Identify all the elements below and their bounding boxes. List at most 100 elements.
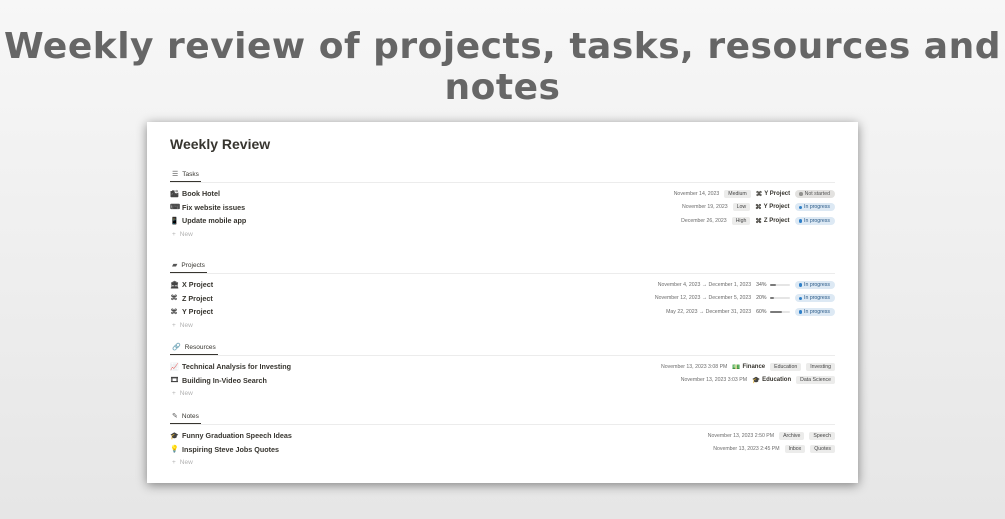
tab-projects[interactable]: ▰ Projects — [170, 258, 207, 273]
progress-bar — [769, 297, 790, 300]
progress-label: 60% — [756, 308, 767, 315]
new-task-button[interactable]: + New — [170, 228, 835, 241]
command-icon: ⌘ — [170, 308, 178, 316]
new-project-button[interactable]: + New — [170, 319, 835, 332]
task-row-book-hotel[interactable]: 🏙 Book Hotel November 14, 2023 Medium ⌘ Y… — [170, 187, 835, 201]
project-name: Y Project — [764, 190, 791, 197]
status-badge[interactable]: In progress — [794, 216, 835, 225]
resource-tag[interactable]: Data Science — [796, 376, 835, 385]
tab-notes[interactable]: ✎ Notes — [170, 409, 201, 424]
note-date: November 13, 2023 2:45 PM — [713, 446, 780, 453]
project-relation[interactable]: ⌘ Y Project — [756, 190, 790, 198]
progress-fill — [769, 297, 774, 300]
plus-icon: + — [172, 230, 176, 238]
new-label: New — [179, 230, 193, 238]
progress: 34% — [756, 281, 790, 288]
task-name[interactable]: Book Hotel — [182, 189, 220, 198]
notion-window: Weekly Review ☰ Tasks 🏙 Book Hotel Novem… — [147, 122, 858, 483]
resources-rows: 📈 Technical Analysis for Investing Novem… — [170, 356, 835, 400]
note-row[interactable]: 💡 Inspiring Steve Jobs Quotes November 1… — [170, 443, 835, 457]
bank-icon: 🏛 — [170, 281, 179, 289]
note-tag[interactable]: Quotes — [810, 445, 835, 454]
project-row[interactable]: ⌘ Z Project November 12, 2023 → December… — [170, 292, 835, 306]
priority-tag[interactable]: Medium — [724, 189, 751, 198]
new-note-button[interactable]: + New — [170, 456, 835, 469]
status-label: In progress — [804, 204, 830, 211]
task-row-fix-website[interactable]: ⌨ Fix website issues November 19, 2023 L… — [170, 201, 835, 215]
tab-resources[interactable]: 🔗 Resources — [170, 340, 218, 355]
note-tag[interactable]: Archive — [779, 431, 805, 440]
notes-section: ✎ Notes 🎓 Funny Graduation Speech Ideas … — [170, 409, 835, 471]
project-name: Z Project — [763, 217, 790, 224]
status-badge[interactable]: In progress — [794, 294, 835, 303]
project-dates: May 22, 2023 → December 31, 2023 — [666, 308, 752, 315]
priority-tag[interactable]: Low — [732, 203, 751, 212]
status-dot — [798, 205, 803, 210]
status-label: In progress — [804, 295, 830, 302]
status-label: In progress — [804, 217, 830, 224]
new-label: New — [179, 390, 193, 398]
status-dot — [798, 310, 803, 314]
progress-label: 34% — [756, 281, 767, 288]
project-row[interactable]: 🏛 X Project November 4, 2023 → December … — [170, 278, 835, 292]
area-relation[interactable]: 🎓 Education — [752, 376, 791, 384]
progress-bar — [769, 283, 790, 286]
tasks-tabbar: ☰ Tasks — [170, 167, 835, 183]
status-badge[interactable]: In progress — [794, 203, 835, 212]
link-icon: 🔗 — [172, 344, 181, 351]
priority-tag[interactable]: High — [731, 216, 751, 225]
task-row-update-app[interactable]: 📱 Update mobile app December 26, 2023 Hi… — [170, 214, 835, 228]
new-resource-button[interactable]: + New — [170, 387, 835, 400]
resource-name[interactable]: Technical Analysis for Investing — [182, 362, 291, 371]
tab-tasks[interactable]: ☰ Tasks — [170, 167, 201, 182]
project-row[interactable]: ⌘ Y Project May 22, 2023 → December 31, … — [170, 305, 835, 319]
note-name[interactable]: Funny Graduation Speech Ideas — [182, 431, 292, 440]
keyboard-icon: ⌨ — [170, 204, 181, 212]
progress-fill — [769, 310, 782, 313]
status-label: In progress — [804, 308, 830, 315]
project-name[interactable]: Z Project — [182, 294, 213, 303]
command-icon: ⌘ — [755, 204, 762, 212]
projects-rows: 🏛 X Project November 4, 2023 → December … — [170, 274, 835, 332]
tab-notes-label: Notes — [181, 412, 199, 420]
status-badge[interactable]: In progress — [794, 280, 835, 289]
resource-tag[interactable]: Education — [770, 362, 802, 371]
project-name[interactable]: X Project — [182, 280, 213, 289]
resource-name[interactable]: Building In-Video Search — [182, 376, 267, 385]
resource-row[interactable]: 📈 Technical Analysis for Investing Novem… — [170, 360, 835, 374]
film-icon: 🎞 — [170, 377, 179, 385]
task-name[interactable]: Fix website issues — [182, 203, 245, 212]
lightbulb-icon: 💡 — [170, 446, 179, 454]
status-dot — [799, 192, 803, 196]
note-tag[interactable]: Speech — [809, 431, 835, 440]
project-name[interactable]: Y Project — [182, 307, 213, 316]
graduation-cap-icon: 🎓 — [752, 377, 761, 385]
projects-section: ▰ Projects 🏛 X Project November 4, 2023 … — [170, 258, 835, 340]
task-name[interactable]: Update mobile app — [182, 216, 246, 225]
task-date: November 14, 2023 — [673, 190, 720, 197]
command-icon: ⌘ — [170, 295, 178, 303]
note-row[interactable]: 🎓 Funny Graduation Speech Ideas November… — [170, 429, 835, 443]
project-relation[interactable]: ⌘ Z Project — [755, 217, 789, 225]
area-relation[interactable]: 💵 Finance — [732, 363, 765, 371]
resources-section: 🔗 Resources 📈 Technical Analysis for Inv… — [170, 340, 835, 409]
resource-date: November 13, 2023 3:03 PM — [680, 377, 748, 384]
plus-icon: + — [172, 459, 176, 467]
note-tag[interactable]: Inbox — [784, 445, 806, 454]
new-label: New — [179, 321, 193, 329]
status-badge[interactable]: Not started — [795, 189, 835, 198]
plus-icon: + — [172, 321, 176, 329]
command-icon: ⌘ — [755, 217, 762, 225]
resource-tag[interactable]: Investing — [806, 362, 835, 371]
progress-label: 20% — [756, 295, 767, 302]
status-badge[interactable]: In progress — [794, 307, 835, 316]
status-label: In progress — [804, 281, 830, 288]
note-name[interactable]: Inspiring Steve Jobs Quotes — [182, 445, 279, 454]
note-date: November 13, 2023 2:50 PM — [707, 432, 775, 439]
folder-icon: ▰ — [172, 262, 178, 269]
progress: 60% — [756, 308, 790, 315]
area-name: Finance — [742, 363, 766, 370]
project-relation[interactable]: ⌘ Y Project — [755, 203, 789, 211]
status-dot — [798, 283, 803, 287]
resource-row[interactable]: 🎞 Building In-Video Search November 13, … — [170, 374, 835, 388]
